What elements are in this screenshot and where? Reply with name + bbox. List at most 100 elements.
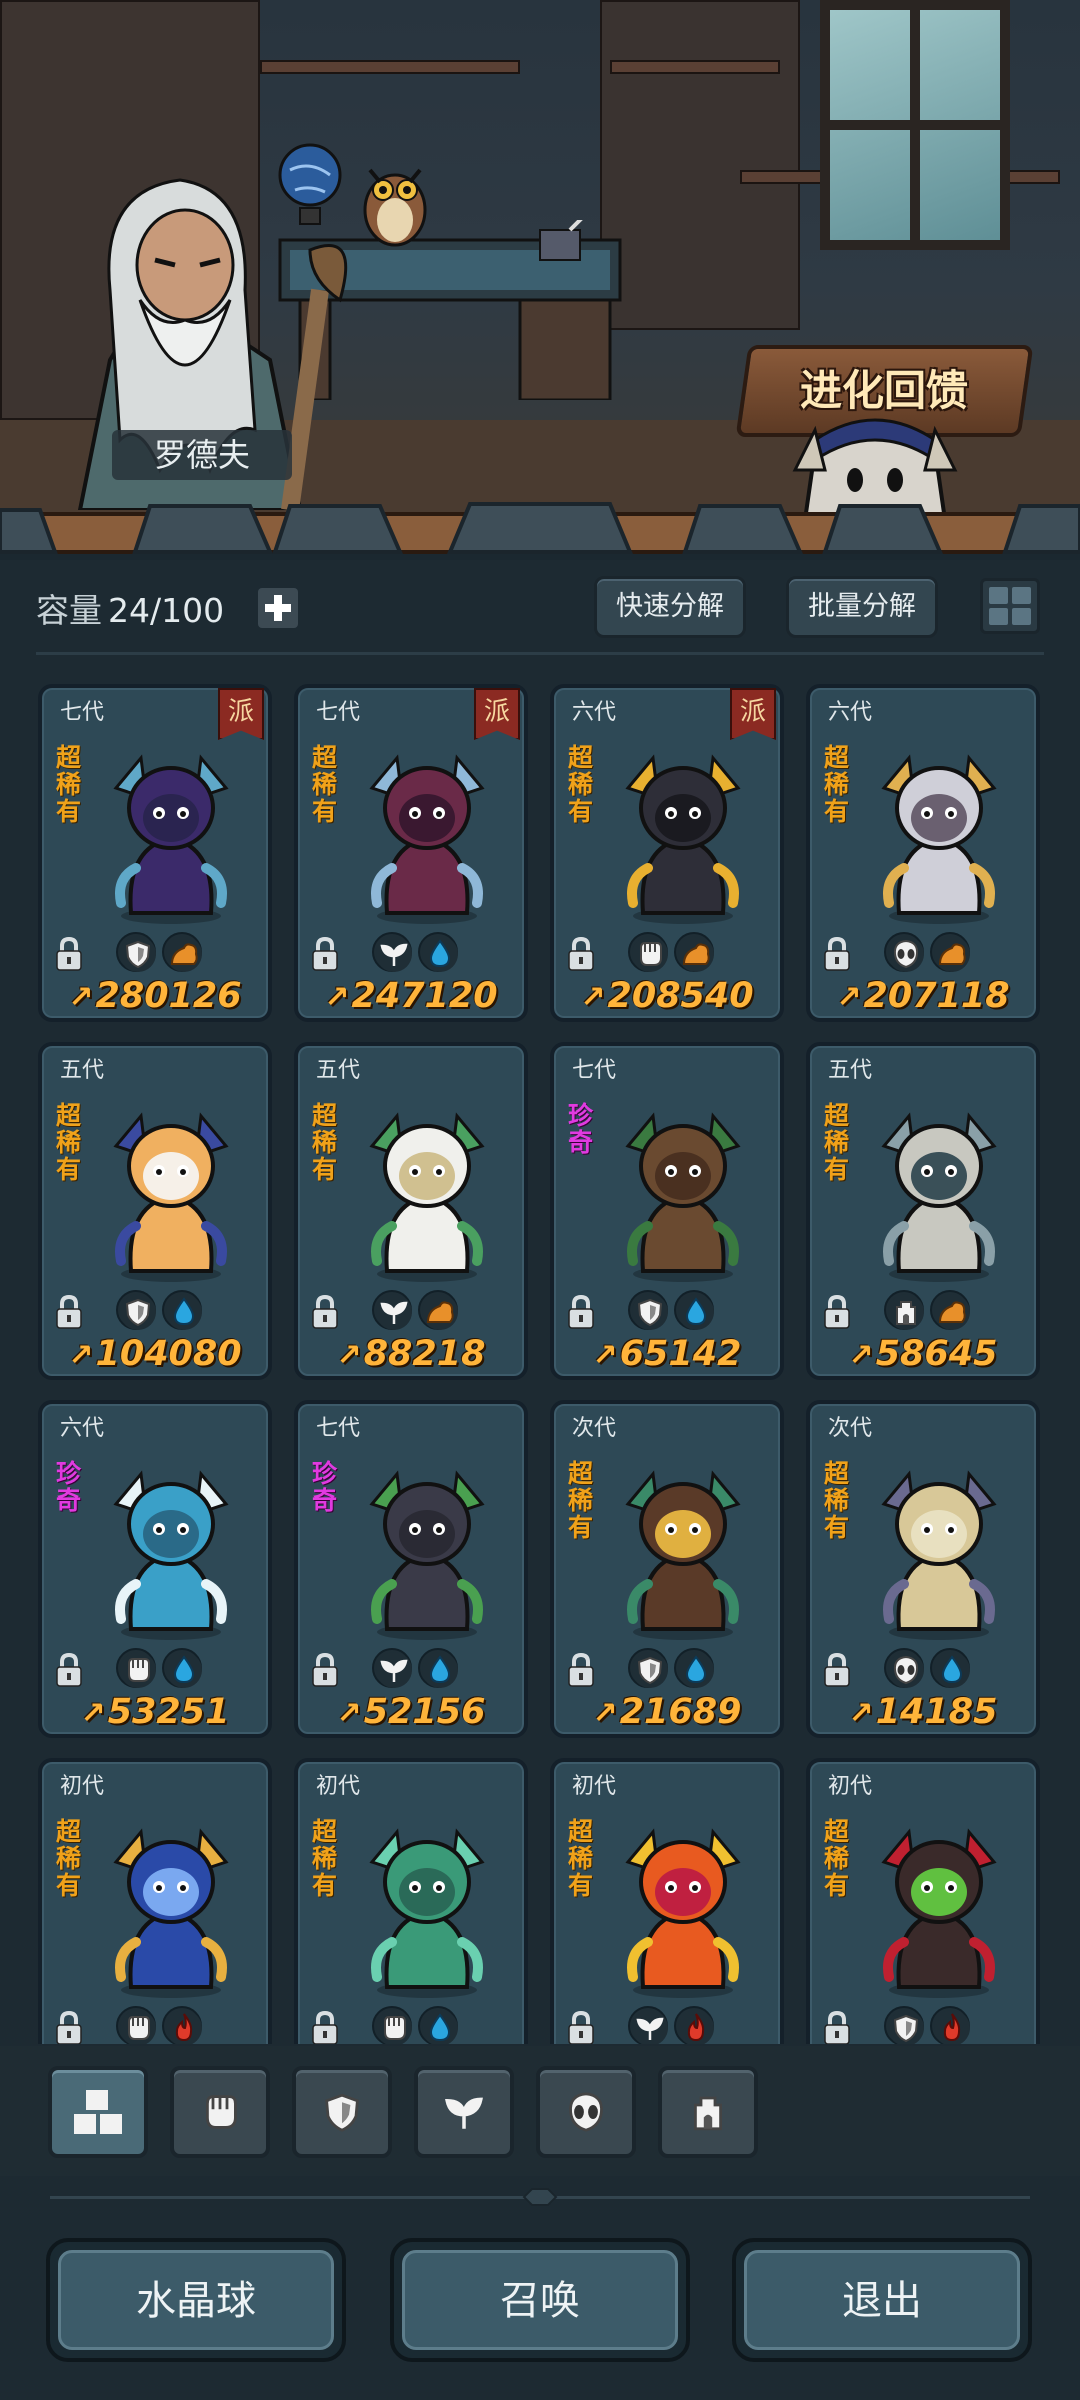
generation-label: 五代 bbox=[828, 1058, 873, 1083]
generation-label: 七代 bbox=[572, 1058, 617, 1083]
monster-portrait bbox=[86, 1086, 256, 1286]
monster-card[interactable]: 七代 珍奇 ↗52156 bbox=[294, 1400, 528, 1738]
monster-portrait bbox=[598, 1444, 768, 1644]
lock-icon[interactable] bbox=[566, 1294, 596, 1330]
lock-icon[interactable] bbox=[566, 936, 596, 972]
power-value: ↗21689 bbox=[554, 1692, 780, 1732]
crystal-ball-button[interactable]: 水晶球 bbox=[46, 2238, 346, 2362]
monster-card[interactable]: 次代 超稀有 ↗21689 bbox=[550, 1400, 784, 1738]
power-number: 208540 bbox=[607, 976, 754, 1016]
power-value: ↗280126 bbox=[42, 976, 268, 1016]
lock-icon[interactable] bbox=[310, 936, 340, 972]
lock-icon[interactable] bbox=[310, 2010, 340, 2044]
lock-icon[interactable] bbox=[822, 2010, 852, 2044]
stone-divider bbox=[0, 502, 1080, 554]
filter-tab-tower[interactable] bbox=[658, 2066, 758, 2158]
monster-card[interactable]: 六代 超稀有 ↗207118 bbox=[806, 684, 1040, 1022]
plus-icon bbox=[265, 595, 291, 621]
filter-tab-fist[interactable] bbox=[170, 2066, 270, 2158]
water-icon bbox=[674, 1648, 714, 1688]
rarity-label: 超稀有 bbox=[568, 1817, 594, 1900]
tower-icon bbox=[884, 1290, 924, 1330]
monster-card[interactable]: 初代 超稀有 bbox=[550, 1758, 784, 2044]
rarity-label: 超稀有 bbox=[824, 1459, 850, 1542]
rarity-label: 超稀有 bbox=[824, 743, 850, 826]
monster-card[interactable]: 次代 超稀有 ↗14185 bbox=[806, 1400, 1040, 1738]
water-icon bbox=[162, 1290, 202, 1330]
fist-icon bbox=[116, 2006, 156, 2044]
sprout-icon bbox=[372, 932, 412, 972]
lock-icon[interactable] bbox=[822, 1652, 852, 1688]
lock-icon[interactable] bbox=[566, 2010, 596, 2044]
power-value: ↗247120 bbox=[298, 976, 524, 1016]
filter-tab-alien[interactable] bbox=[536, 2066, 636, 2158]
rarity-label: 珍奇 bbox=[56, 1459, 82, 1515]
monster-card[interactable]: 初代 超稀有 bbox=[806, 1758, 1040, 2044]
monster-card[interactable]: 五代 超稀有 ↗88218 bbox=[294, 1042, 528, 1380]
monster-card[interactable]: 初代 超稀有 bbox=[294, 1758, 528, 2044]
crystal-ball-label: 水晶球 bbox=[58, 2250, 334, 2350]
lock-icon[interactable] bbox=[566, 1652, 596, 1688]
water-icon bbox=[930, 1648, 970, 1688]
power-number: 65142 bbox=[619, 1334, 742, 1374]
shield-icon bbox=[628, 1648, 668, 1688]
monster-card[interactable]: 七代 派 超稀有 ↗247120 bbox=[294, 684, 528, 1022]
rarity-label: 超稀有 bbox=[568, 1459, 594, 1542]
rarity-label: 超稀有 bbox=[312, 743, 338, 826]
earth-icon bbox=[674, 932, 714, 972]
quick-decompose-button[interactable]: 快速分解 bbox=[594, 576, 746, 638]
shelf bbox=[610, 60, 780, 74]
monster-card[interactable]: 六代 派 超稀有 ↗208540 bbox=[550, 684, 784, 1022]
rarity-label: 超稀有 bbox=[56, 743, 82, 826]
lock-icon[interactable] bbox=[54, 936, 84, 972]
rarity-label: 超稀有 bbox=[56, 1101, 82, 1184]
monster-card[interactable]: 六代 珍奇 ↗53251 bbox=[38, 1400, 272, 1738]
filter-tab-all-types[interactable] bbox=[48, 2066, 148, 2158]
monster-portrait bbox=[86, 728, 256, 928]
header-rule bbox=[36, 652, 1044, 655]
generation-label: 初代 bbox=[60, 1774, 105, 1799]
water-icon bbox=[674, 1290, 714, 1330]
power-number: 104080 bbox=[95, 1334, 242, 1374]
expand-capacity-button[interactable] bbox=[258, 588, 298, 628]
filter-tab-sprout[interactable] bbox=[414, 2066, 514, 2158]
generation-label: 五代 bbox=[316, 1058, 361, 1083]
summon-button[interactable]: 召唤 bbox=[390, 2238, 690, 2362]
rarity-label: 超稀有 bbox=[312, 1817, 338, 1900]
monster-portrait bbox=[342, 1444, 512, 1644]
power-icon: ↗ bbox=[68, 980, 94, 1015]
grid-view-toggle-icon[interactable] bbox=[980, 578, 1040, 634]
monster-card[interactable]: 初代 超稀有 bbox=[38, 1758, 272, 2044]
filter-tab-shield[interactable] bbox=[292, 2066, 392, 2158]
monster-grid[interactable]: 七代 派 超稀有 ↗280126 七代 派 超稀有 ↗247120 六代 派 超… bbox=[0, 680, 1080, 2044]
monster-portrait bbox=[854, 1444, 1024, 1644]
separator-ornament bbox=[522, 2188, 558, 2206]
monster-portrait bbox=[598, 1086, 768, 1286]
lock-icon[interactable] bbox=[54, 1294, 84, 1330]
shield-icon bbox=[628, 1290, 668, 1330]
lock-icon[interactable] bbox=[310, 1294, 340, 1330]
batch-decompose-button[interactable]: 批量分解 bbox=[786, 576, 938, 638]
monster-portrait bbox=[342, 728, 512, 928]
monster-portrait bbox=[342, 1802, 512, 2002]
monster-card[interactable]: 七代 珍奇 ↗65142 bbox=[550, 1042, 784, 1380]
monster-card[interactable]: 五代 超稀有 ↗58645 bbox=[806, 1042, 1040, 1380]
power-icon: ↗ bbox=[592, 1338, 618, 1373]
lock-icon[interactable] bbox=[54, 1652, 84, 1688]
lock-icon[interactable] bbox=[822, 1294, 852, 1330]
fist-icon bbox=[628, 932, 668, 972]
power-value: ↗88218 bbox=[298, 1334, 524, 1374]
fire-icon bbox=[930, 2006, 970, 2044]
monster-portrait bbox=[86, 1802, 256, 2002]
exit-button[interactable]: 退出 bbox=[732, 2238, 1032, 2362]
power-number: 88218 bbox=[363, 1334, 486, 1374]
lock-icon[interactable] bbox=[822, 936, 852, 972]
lock-icon[interactable] bbox=[54, 2010, 84, 2044]
monster-portrait bbox=[854, 1802, 1024, 2002]
monster-card[interactable]: 五代 超稀有 ↗104080 bbox=[38, 1042, 272, 1380]
shield-icon bbox=[116, 1290, 156, 1330]
rarity-label: 超稀有 bbox=[568, 743, 594, 826]
monster-card[interactable]: 七代 派 超稀有 ↗280126 bbox=[38, 684, 272, 1022]
lock-icon[interactable] bbox=[310, 1652, 340, 1688]
earth-icon bbox=[162, 932, 202, 972]
